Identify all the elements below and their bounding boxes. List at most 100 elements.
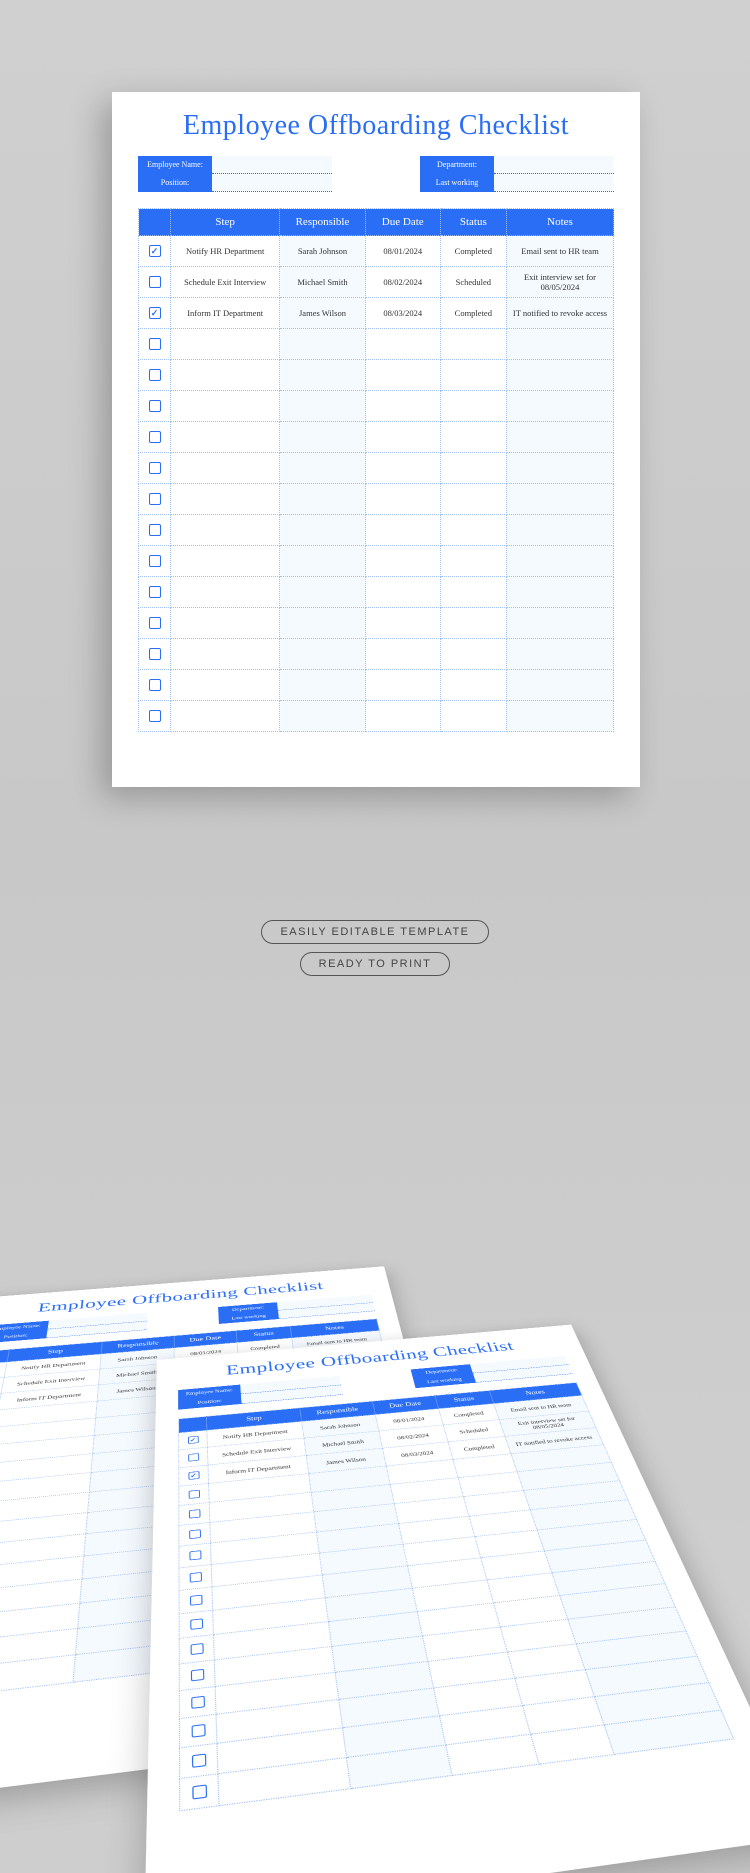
cell-due_date <box>365 670 440 701</box>
row-checkbox <box>189 1550 201 1560</box>
row-checkbox[interactable] <box>149 555 161 567</box>
cell-responsible <box>280 546 366 577</box>
row-checkbox[interactable] <box>149 431 161 443</box>
cell-status <box>440 453 506 484</box>
position-input[interactable] <box>212 174 332 192</box>
cell-status <box>440 639 506 670</box>
last-working-day-label: Last working day: <box>420 174 494 192</box>
department-label: Department: <box>420 156 494 174</box>
cell-status: Scheduled <box>440 267 506 298</box>
cell-notes <box>506 577 613 608</box>
cell-due_date <box>365 391 440 422</box>
cell-status <box>440 608 506 639</box>
row-checkbox <box>189 1595 202 1606</box>
cell-due_date: 08/02/2024 <box>365 267 440 298</box>
cell-notes: IT notified to revoke access <box>506 298 613 329</box>
cell-step: Schedule Exit Interview <box>171 267 280 298</box>
table-row <box>139 329 614 360</box>
cell-due_date <box>365 484 440 515</box>
cell-step <box>171 360 280 391</box>
perspective-mockups: Employee Offboarding Checklist Employee … <box>0 1040 750 1671</box>
row-checkbox <box>188 1471 199 1480</box>
row-checkbox[interactable] <box>149 276 161 288</box>
cell-due_date <box>365 515 440 546</box>
cell-responsible <box>280 422 366 453</box>
cell-status <box>440 329 506 360</box>
cell-notes <box>506 422 613 453</box>
position-label: Position: <box>138 174 212 192</box>
row-checkbox[interactable] <box>149 338 161 350</box>
cell-notes <box>506 453 613 484</box>
document-title: Employee Offboarding Checklist <box>138 110 614 142</box>
cell-responsible <box>280 360 366 391</box>
cell-due_date <box>365 701 440 732</box>
cell-status <box>440 422 506 453</box>
row-checkbox[interactable] <box>149 493 161 505</box>
row-checkbox[interactable] <box>149 710 161 722</box>
row-checkbox <box>190 1618 203 1630</box>
cell-step <box>171 701 280 732</box>
cell-due_date <box>365 422 440 453</box>
print-badge: READY TO PRINT <box>300 952 451 976</box>
table-row <box>139 515 614 546</box>
table-row: Schedule Exit InterviewMichael Smith08/0… <box>139 267 614 298</box>
cell-responsible: Michael Smith <box>280 267 366 298</box>
cell-notes <box>506 546 613 577</box>
row-checkbox <box>188 1509 200 1518</box>
cell-responsible <box>280 577 366 608</box>
table-row <box>139 577 614 608</box>
mockup-page-front: Employee Offboarding Checklist Employee … <box>144 1325 750 1873</box>
cell-step <box>171 546 280 577</box>
row-checkbox <box>188 1436 199 1444</box>
row-checkbox[interactable] <box>149 617 161 629</box>
cell-due_date <box>365 546 440 577</box>
row-checkbox[interactable] <box>149 679 161 691</box>
table-row <box>139 422 614 453</box>
cell-notes <box>506 329 613 360</box>
check-header <box>139 209 171 236</box>
employee-name-field: Employee Name: <box>138 156 332 174</box>
row-checkbox[interactable] <box>149 462 161 474</box>
row-checkbox[interactable] <box>149 307 161 319</box>
table-row <box>139 670 614 701</box>
cell-step: Inform IT Department <box>171 298 280 329</box>
row-checkbox <box>190 1643 203 1655</box>
row-checkbox <box>192 1784 207 1799</box>
cell-step <box>171 391 280 422</box>
cell-responsible <box>280 639 366 670</box>
field-group-right: Department: Last working day: <box>420 156 614 192</box>
cell-responsible <box>280 515 366 546</box>
table-header-row: Step Responsible Due Date Status Notes <box>139 209 614 236</box>
cell-status: Completed <box>440 298 506 329</box>
cell-step <box>171 608 280 639</box>
employee-name-label: Employee Name: <box>138 156 212 174</box>
cell-status <box>440 577 506 608</box>
editable-badge: EASILY EDITABLE TEMPLATE <box>261 920 488 944</box>
table-row: Inform IT DepartmentJames Wilson08/03/20… <box>139 298 614 329</box>
row-checkbox[interactable] <box>149 400 161 412</box>
table-row <box>139 391 614 422</box>
cell-responsible <box>280 670 366 701</box>
cell-responsible <box>280 329 366 360</box>
cell-step <box>0 1655 76 1698</box>
department-input[interactable] <box>494 156 614 174</box>
last-working-day-input[interactable] <box>494 174 614 192</box>
cell-step <box>171 484 280 515</box>
cell-due_date <box>365 608 440 639</box>
row-checkbox[interactable] <box>149 648 161 660</box>
cell-notes <box>506 391 613 422</box>
department-field: Department: <box>420 156 614 174</box>
row-checkbox <box>191 1724 205 1738</box>
row-checkbox[interactable] <box>149 524 161 536</box>
cell-notes <box>506 639 613 670</box>
row-checkbox <box>188 1453 199 1461</box>
row-checkbox[interactable] <box>149 245 161 257</box>
cell-step <box>171 515 280 546</box>
cell-step <box>171 577 280 608</box>
cell-notes <box>506 360 613 391</box>
checklist-table: Step Responsible Due Date Status Notes N… <box>138 208 614 732</box>
row-checkbox[interactable] <box>149 369 161 381</box>
cell-responsible: James Wilson <box>280 298 366 329</box>
row-checkbox[interactable] <box>149 586 161 598</box>
employee-name-input[interactable] <box>212 156 332 174</box>
